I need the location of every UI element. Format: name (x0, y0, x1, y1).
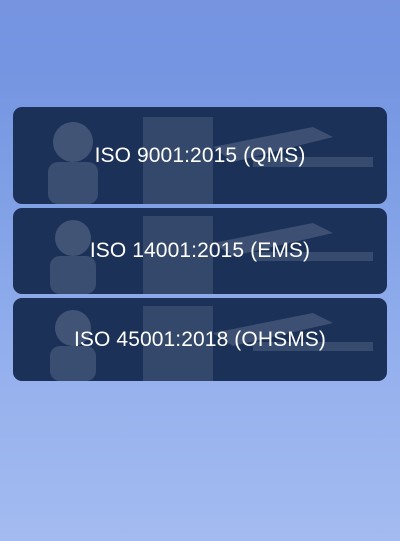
certification-card-iso-9001[interactable]: ISO 9001:2015 (QMS) (13, 107, 387, 204)
background-haze (0, 0, 400, 70)
certification-card-iso-45001[interactable]: ISO 45001:2018 (OHSMS) (13, 298, 387, 381)
certification-label: ISO 9001:2015 (QMS) (94, 143, 306, 167)
certification-label: ISO 45001:2018 (OHSMS) (74, 327, 326, 351)
certification-list: ISO 9001:2015 (QMS) ISO 14001:2015 (EMS)… (13, 107, 387, 381)
certification-card-iso-14001[interactable]: ISO 14001:2015 (EMS) (13, 208, 387, 294)
certification-label: ISO 14001:2015 (EMS) (89, 239, 311, 262)
